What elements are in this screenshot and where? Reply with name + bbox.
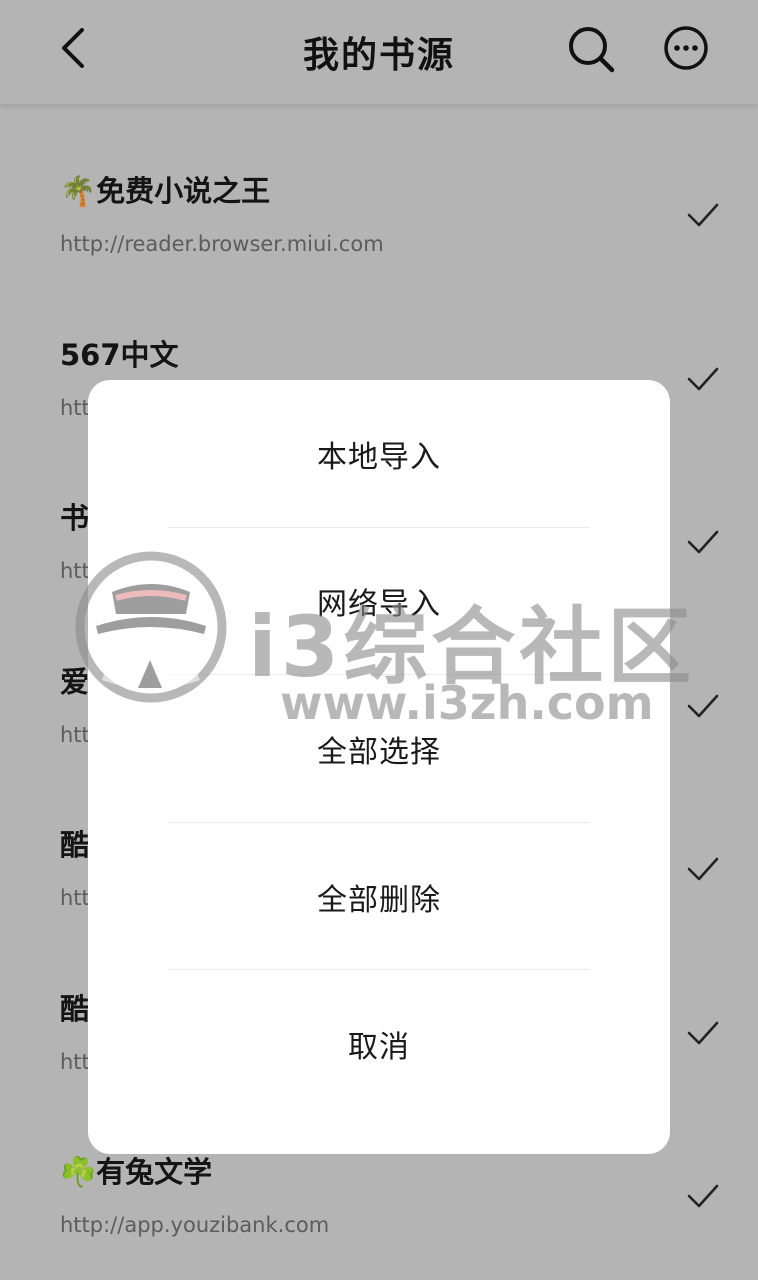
check-icon[interactable] [686,364,720,394]
local-import-button[interactable]: 本地导入 [88,380,670,528]
select-all-button[interactable]: 全部选择 [88,675,670,823]
source-url: http://app.youzibank.com [60,1213,330,1237]
page-title: 我的书源 [302,35,455,76]
check-icon[interactable] [686,1018,720,1048]
check-icon[interactable] [686,527,720,557]
delete-all-button[interactable]: 全部删除 [88,823,670,971]
source-url: http://reader.browser.miui.com [60,232,384,256]
action-dialog: 本地导入 网络导入 全部选择 全部删除 取消 [88,380,670,1154]
option-label: 全部删除 [317,882,441,918]
cancel-button[interactable]: 取消 [88,970,670,1118]
source-name: 书 [60,501,90,535]
source-url: htt [60,722,90,747]
source-name: 🌴免费小说之王 [60,174,271,208]
source-name: 爱 [60,664,90,699]
option-label: 取消 [348,1030,410,1066]
source-url: htt [60,559,90,583]
network-import-button[interactable]: 网络导入 [88,528,670,676]
option-label: 全部选择 [317,734,441,770]
check-icon[interactable] [686,200,720,230]
source-url: htt [60,1049,90,1074]
check-icon[interactable] [686,854,720,884]
source-name: ☘️有兔文学 [60,1155,213,1189]
check-icon[interactable] [686,1181,720,1211]
source-name: 567中文 [60,337,179,372]
source-name: 酷 [60,991,90,1026]
app-header: 我的书源 [0,0,758,104]
source-name: 酷 [60,828,90,862]
option-label: 本地导入 [317,439,441,475]
source-url: htt [60,395,90,420]
source-item[interactable]: 🌴免费小说之王 http://reader.browser.miui.com [0,104,758,268]
option-label: 网络导入 [317,587,441,623]
search-icon[interactable] [566,24,616,74]
source-url: htt [60,886,90,910]
check-icon[interactable] [686,691,720,721]
more-icon[interactable] [662,24,712,74]
